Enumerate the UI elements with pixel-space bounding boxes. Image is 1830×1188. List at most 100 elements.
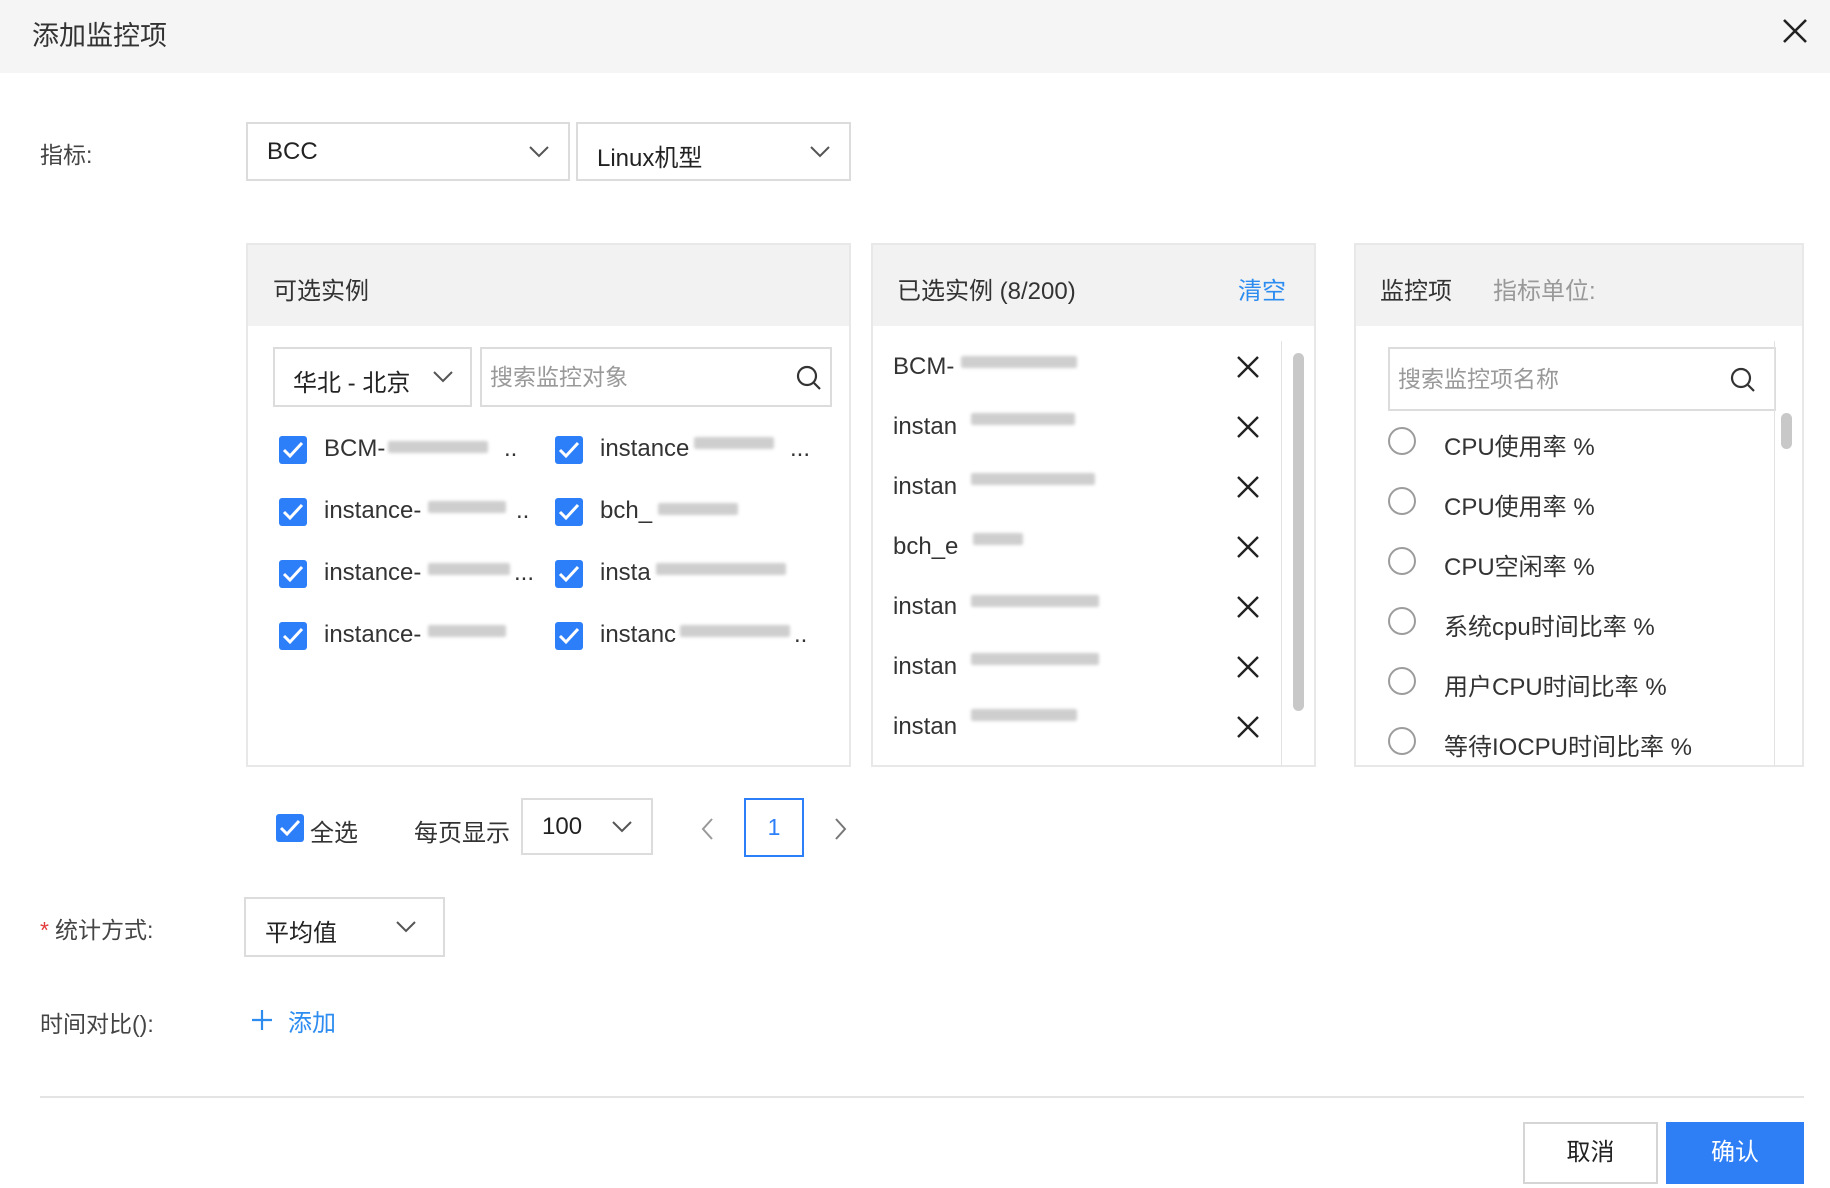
redacted-text bbox=[388, 441, 488, 453]
instance-label: instanc bbox=[600, 621, 677, 648]
panel-header: 已选实例 (8/200) 清空 bbox=[873, 245, 1314, 326]
redacted-text bbox=[656, 563, 786, 575]
monitor-radio[interactable] bbox=[1388, 667, 1416, 695]
instance-label-ellipsis: .. bbox=[516, 497, 530, 524]
instance-checkbox[interactable] bbox=[279, 560, 307, 588]
region-select[interactable]: 华北 - 北京 bbox=[273, 347, 472, 407]
redacted-text bbox=[961, 356, 1077, 368]
per-page-select[interactable]: 100 bbox=[521, 798, 653, 855]
metric-label: 指标: bbox=[40, 142, 93, 168]
instance-label-ellipsis: .. bbox=[794, 621, 808, 648]
redacted-text bbox=[658, 503, 738, 515]
remove-icon[interactable] bbox=[1236, 415, 1260, 439]
remove-icon[interactable] bbox=[1236, 475, 1260, 499]
monitor-radio[interactable] bbox=[1388, 607, 1416, 635]
instance-label: instance- bbox=[324, 497, 422, 524]
instance-search-input[interactable] bbox=[490, 359, 780, 395]
dialog-title: 添加监控项 bbox=[32, 21, 167, 51]
monitor-search-input[interactable] bbox=[1398, 361, 1718, 397]
per-page-value: 100 bbox=[542, 813, 583, 840]
scrollbar-thumb[interactable] bbox=[1293, 353, 1304, 711]
redacted-text bbox=[428, 563, 510, 575]
redacted-text bbox=[971, 595, 1099, 607]
available-title: 可选实例 bbox=[273, 278, 369, 305]
monitor-radio[interactable] bbox=[1388, 487, 1416, 515]
redacted-text bbox=[971, 709, 1077, 721]
redacted-text bbox=[428, 501, 506, 513]
add-compare-label: 添加 bbox=[288, 1010, 336, 1037]
monitor-item-label: CPU使用率 % bbox=[1444, 494, 1595, 521]
monitor-title: 监控项 bbox=[1380, 278, 1452, 305]
remove-icon[interactable] bbox=[1236, 655, 1260, 679]
selected-item-label: instan bbox=[893, 413, 958, 440]
remove-icon[interactable] bbox=[1236, 355, 1260, 379]
remove-icon[interactable] bbox=[1236, 535, 1260, 559]
selected-item-label: instan bbox=[893, 473, 958, 500]
remove-icon[interactable] bbox=[1236, 595, 1260, 619]
instance-label: bch_ bbox=[600, 497, 653, 524]
next-page-icon[interactable] bbox=[830, 817, 850, 841]
clear-all-link[interactable]: 清空 bbox=[1238, 271, 1286, 306]
stat-label-text: 统计方式: bbox=[54, 917, 154, 943]
instance-label-ellipsis: ... bbox=[514, 559, 535, 586]
instance-checkbox[interactable] bbox=[279, 498, 307, 526]
redacted-text bbox=[971, 413, 1075, 425]
redacted-text bbox=[428, 625, 506, 637]
chevron-down-icon bbox=[396, 921, 416, 933]
selected-title: 已选实例 (8/200) bbox=[897, 278, 1076, 305]
instance-checkbox[interactable] bbox=[555, 436, 583, 464]
unit-label: 指标单位: bbox=[1493, 278, 1596, 305]
select-all-label: 全选 bbox=[310, 820, 358, 847]
type-select-value: Linux机型 bbox=[597, 145, 703, 172]
dialog-header: 添加监控项 bbox=[0, 0, 1830, 73]
panel-header: 可选实例 bbox=[248, 245, 849, 326]
instance-checkbox[interactable] bbox=[279, 622, 307, 650]
remove-icon[interactable] bbox=[1236, 715, 1260, 739]
plus-icon bbox=[252, 1010, 272, 1030]
product-select-value: BCC bbox=[267, 138, 318, 165]
close-icon[interactable] bbox=[1778, 14, 1812, 48]
chevron-down-icon bbox=[529, 146, 549, 158]
instance-label: instance- bbox=[324, 559, 422, 586]
type-select[interactable]: Linux机型 bbox=[576, 122, 851, 181]
instance-label: instance bbox=[600, 435, 690, 462]
selected-item-label: BCM- bbox=[893, 353, 955, 380]
footer-divider bbox=[40, 1096, 1804, 1098]
stat-select-value: 平均值 bbox=[265, 920, 337, 947]
instance-checkbox[interactable] bbox=[555, 560, 583, 588]
monitor-item-label: 等待IOCPU时间比率 % bbox=[1444, 734, 1693, 761]
instance-checkbox[interactable] bbox=[555, 622, 583, 650]
page-number-button[interactable]: 1 bbox=[744, 798, 804, 857]
selected-instances-panel: 已选实例 (8/200) 清空 BCM- instan instan bch_e… bbox=[871, 243, 1316, 767]
select-all-checkbox[interactable] bbox=[276, 814, 304, 842]
instance-label-ellipsis: ... bbox=[790, 435, 811, 462]
selected-item-label: instan bbox=[893, 713, 958, 740]
redacted-text bbox=[680, 625, 790, 637]
monitor-items-panel: 监控项 指标单位: CPU使用率 % CPU使用率 % CPU空闲率 % 系统c… bbox=[1354, 243, 1804, 767]
region-select-value: 华北 - 北京 bbox=[293, 370, 411, 397]
monitor-item-label: 系统cpu时间比率 % bbox=[1444, 614, 1655, 641]
selected-item-label: instan bbox=[893, 653, 958, 680]
redacted-text bbox=[973, 533, 1023, 545]
search-icon[interactable] bbox=[796, 365, 822, 391]
monitor-radio[interactable] bbox=[1388, 547, 1416, 575]
redacted-text bbox=[971, 653, 1099, 665]
product-select[interactable]: BCC bbox=[246, 122, 570, 181]
instance-checkbox[interactable] bbox=[279, 436, 307, 464]
selected-item-label: bch_e bbox=[893, 533, 959, 560]
instance-label: insta bbox=[600, 559, 651, 586]
search-icon[interactable] bbox=[1730, 367, 1756, 393]
redacted-text bbox=[971, 473, 1095, 485]
stat-select[interactable]: 平均值 bbox=[244, 897, 445, 957]
instance-label: instance- bbox=[324, 621, 422, 648]
prev-page-icon[interactable] bbox=[698, 817, 718, 841]
monitor-radio[interactable] bbox=[1388, 727, 1416, 755]
chevron-down-icon bbox=[612, 821, 632, 833]
confirm-button[interactable]: 确认 bbox=[1666, 1122, 1804, 1184]
monitor-radio[interactable] bbox=[1388, 427, 1416, 455]
monitor-item-label: 用户CPU时间比率 % bbox=[1444, 674, 1667, 701]
scrollbar-thumb[interactable] bbox=[1781, 413, 1792, 449]
instance-checkbox[interactable] bbox=[555, 498, 583, 526]
cancel-button[interactable]: 取消 bbox=[1523, 1122, 1658, 1184]
per-page-label: 每页显示 bbox=[414, 820, 510, 847]
